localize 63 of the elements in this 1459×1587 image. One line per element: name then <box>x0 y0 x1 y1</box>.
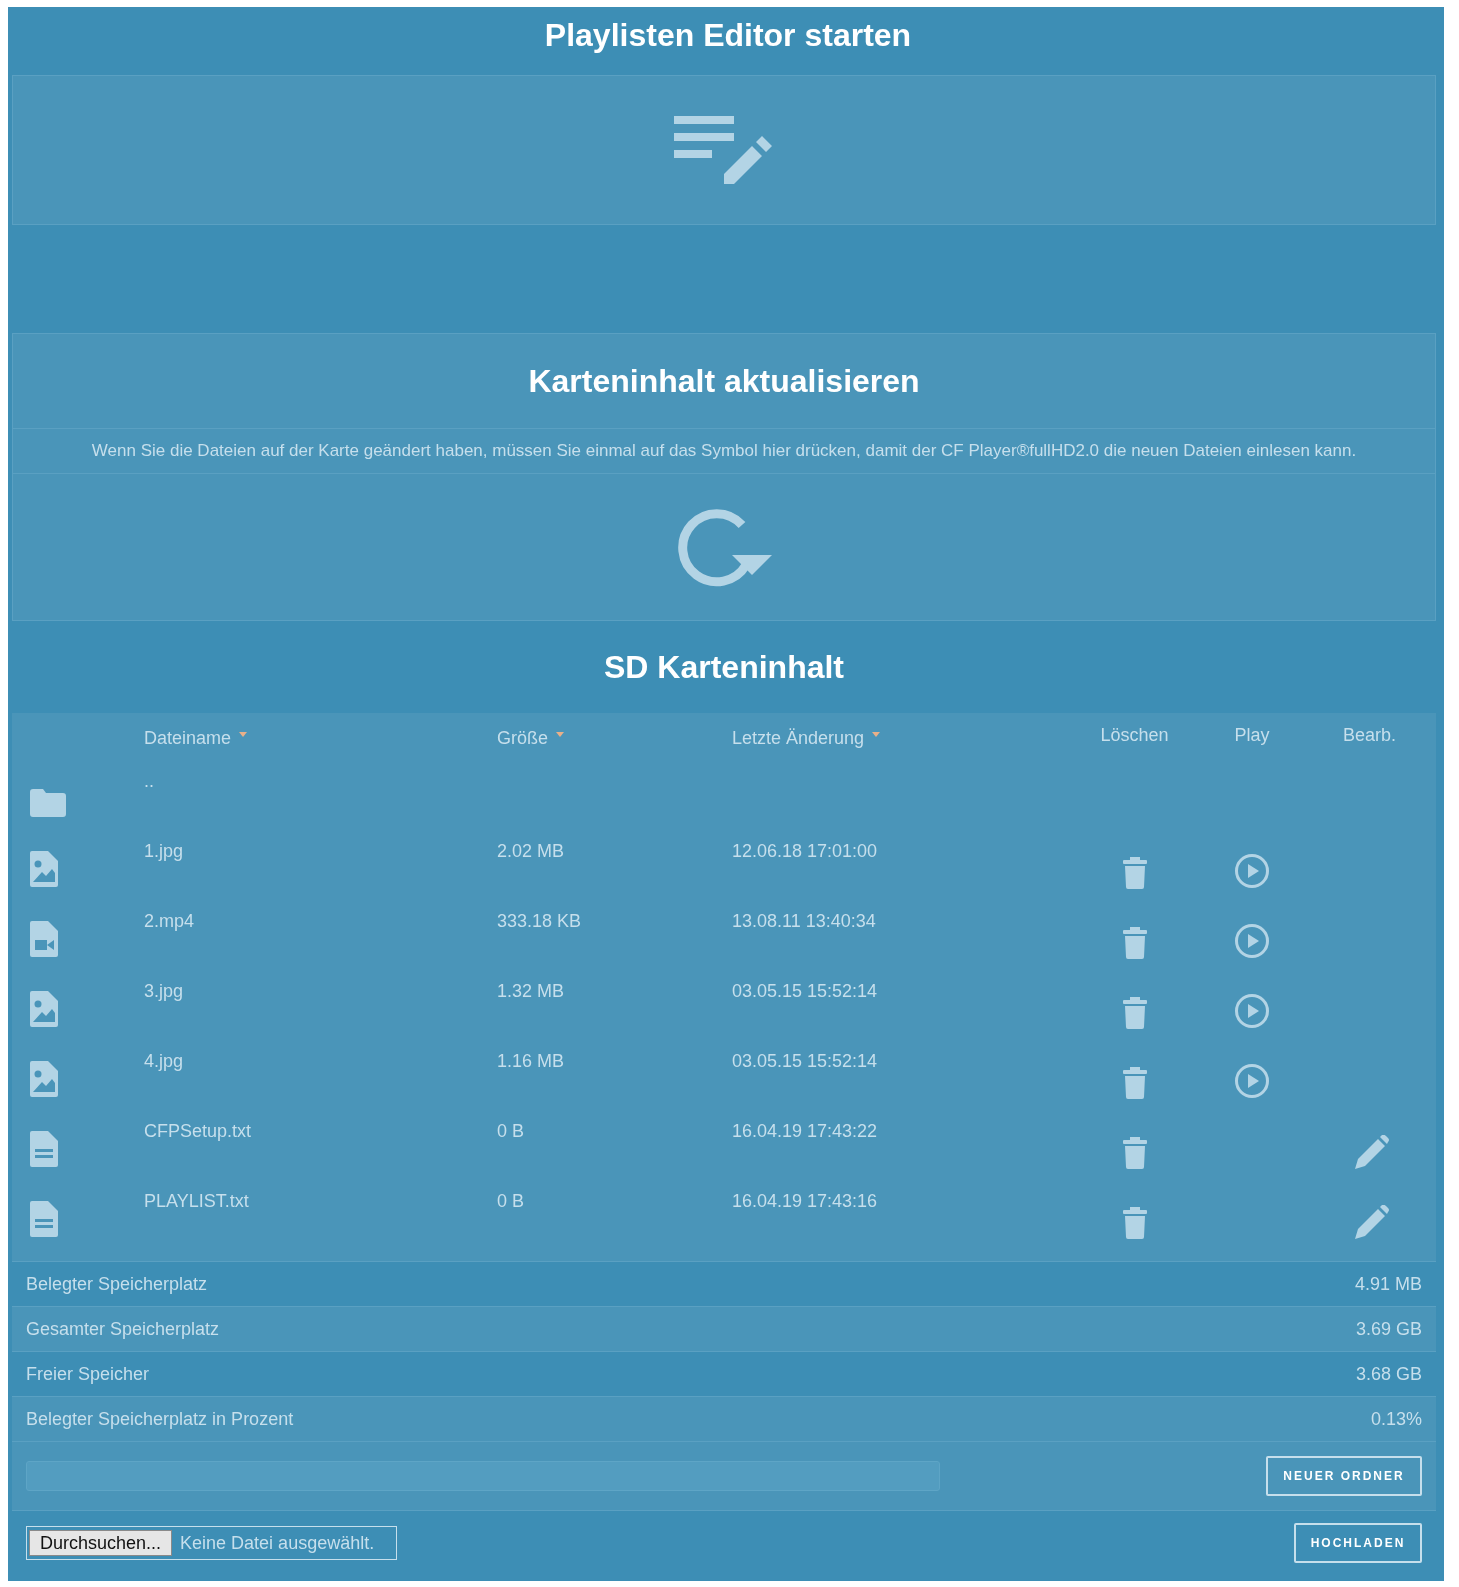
table-cell: 1.32 MB <box>497 981 565 1001</box>
table-cell: 2.02 MB <box>497 841 565 861</box>
file-name[interactable]: 2.mp4 <box>144 911 195 931</box>
section-title: SD Karteninhalt <box>604 648 844 686</box>
file-name[interactable]: 1.jpg <box>144 841 184 861</box>
file-name[interactable]: CFPSetup.txt <box>144 1121 252 1141</box>
trash-icon[interactable] <box>1122 1137 1147 1169</box>
table-cell: 0 B <box>497 1191 525 1211</box>
text-file-icon <box>30 1131 58 1167</box>
column-header: Play <box>1233 724 1271 746</box>
storage-label: Belegter Speicherplatz <box>26 1273 208 1295</box>
table-cell: 03.05.15 15:52:14 <box>732 1051 878 1071</box>
image-file-icon <box>30 851 58 887</box>
pencil-icon[interactable] <box>1355 1135 1389 1169</box>
table-cell: 13.08.11 13:40:34 <box>732 911 876 931</box>
storage-value: 4.91 MB <box>1354 1273 1422 1295</box>
trash-icon[interactable] <box>1122 1067 1147 1099</box>
table-cell: 333.18 KB <box>497 911 582 931</box>
table-cell: 12.06.18 17:01:00 <box>732 841 878 861</box>
play-icon[interactable] <box>1234 923 1270 959</box>
file-name[interactable]: .. <box>144 771 154 791</box>
folder-icon[interactable] <box>30 789 66 817</box>
trash-icon[interactable] <box>1122 1207 1147 1239</box>
section-title: Playlisten Editor starten <box>544 17 912 54</box>
playlist-edit-icon[interactable] <box>674 114 774 186</box>
refresh-icon[interactable] <box>676 507 772 587</box>
file-name[interactable]: PLAYLIST.txt <box>144 1191 249 1211</box>
table-cell: 0 B <box>497 1121 525 1141</box>
storage-label: Gesamter Speicherplatz <box>26 1318 220 1340</box>
description-text: Wenn Sie die Dateien auf der Karte geändert haben, müssen Sie einmal auf das Symbol hier drücken, damit der CF Player®fullHD2.0 die neuen Dateien einlesen kann. <box>91 441 1357 461</box>
column-header: Löschen <box>1099 724 1170 746</box>
play-icon[interactable] <box>1234 1063 1270 1099</box>
browse-button[interactable]: Durchsuchen... <box>29 1530 173 1556</box>
trash-icon[interactable] <box>1122 857 1147 889</box>
table-cell: 1.16 MB <box>497 1051 565 1071</box>
table-cell: 16.04.19 17:43:16 <box>732 1191 878 1211</box>
image-file-icon <box>30 991 58 1027</box>
storage-label: Belegter Speicherplatz in Prozent <box>26 1408 294 1430</box>
table-cell: 03.05.15 15:52:14 <box>732 981 878 1001</box>
new-folder-button[interactable]: NEUER ORDNER <box>1266 1456 1422 1496</box>
pencil-icon[interactable] <box>1355 1205 1389 1239</box>
trash-icon[interactable] <box>1122 997 1147 1029</box>
sort-header[interactable]: Letzte Änderung <box>732 727 1077 749</box>
storage-label: Freier Speicher <box>26 1363 150 1385</box>
sort-header[interactable]: Größe <box>497 727 732 749</box>
file-name[interactable]: 4.jpg <box>144 1051 184 1071</box>
trash-icon[interactable] <box>1122 927 1147 959</box>
file-input-field[interactable]: Durchsuchen... Keine Datei ausgewählt. <box>26 1526 398 1560</box>
storage-value: 0.13% <box>1370 1408 1422 1430</box>
storage-value: 3.68 GB <box>1355 1363 1422 1385</box>
image-file-icon <box>30 1061 58 1097</box>
storage-value: 3.69 GB <box>1355 1318 1422 1340</box>
text-file-icon <box>30 1201 58 1237</box>
column-header: Bearb. <box>1341 724 1397 746</box>
video-file-icon <box>30 921 58 957</box>
file-name[interactable]: 3.jpg <box>144 981 184 1001</box>
play-icon[interactable] <box>1234 853 1270 889</box>
file-status: Keine Datei ausgewählt. <box>180 1532 375 1554</box>
upload-button[interactable]: HOCHLADEN <box>1294 1523 1422 1563</box>
section-title: Karteninhalt aktualisieren <box>528 362 920 400</box>
play-icon[interactable] <box>1234 993 1270 1029</box>
sort-header[interactable]: Dateiname <box>144 727 497 749</box>
table-cell: 16.04.19 17:43:22 <box>732 1121 878 1141</box>
